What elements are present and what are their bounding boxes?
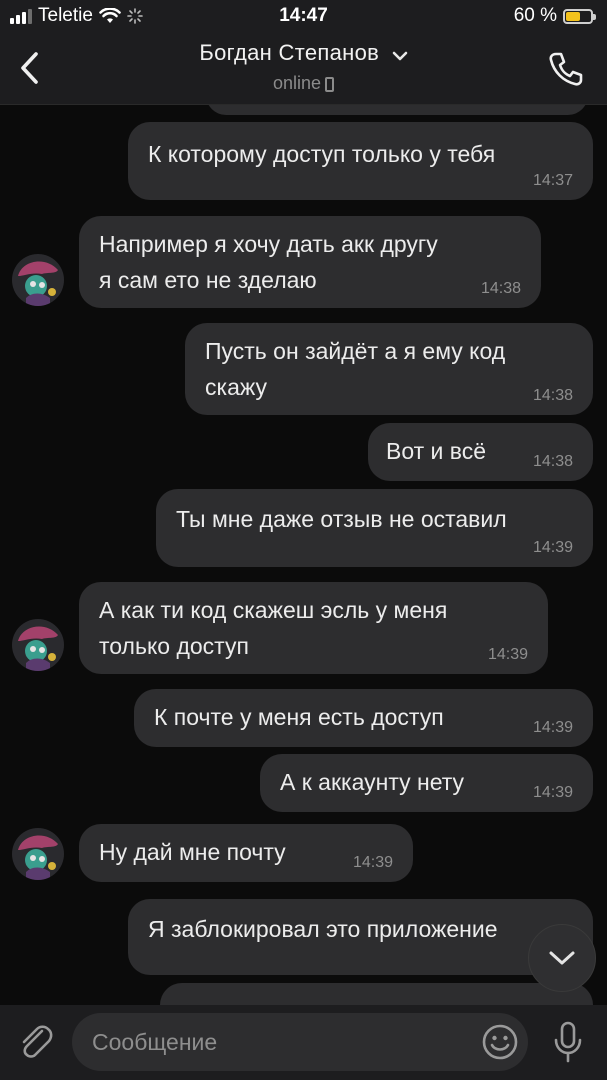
paperclip-icon — [22, 1025, 53, 1058]
message-time: 14:39 — [487, 646, 528, 663]
chat-header: Богдан Степанов online — [0, 34, 607, 105]
microphone-icon — [554, 1021, 582, 1063]
message-bubble-outgoing[interactable]: К которому доступ только у тебя 14:37 — [128, 122, 593, 200]
phone-icon — [549, 52, 583, 86]
message-time: 14:37 — [532, 172, 573, 189]
message-time: 14:39 — [532, 539, 573, 556]
avatar[interactable] — [12, 254, 64, 306]
message-bubble-partial — [160, 983, 593, 1005]
chevron-left-icon — [21, 52, 38, 84]
message-bubble-partial — [206, 105, 588, 115]
message-bubble-incoming[interactable]: Ну дай мне почту 14:39 — [79, 824, 413, 882]
online-status: online — [272, 73, 322, 93]
message-bubble-outgoing[interactable]: Пусть он зайдёт а я ему код скажу 14:38 — [185, 323, 593, 415]
message-time: 14:39 — [352, 854, 393, 871]
battery-level-fill — [566, 11, 580, 21]
message-bubble-outgoing[interactable]: А к аккаунту нету 14:39 — [260, 754, 593, 812]
message-bubble-outgoing[interactable]: Ты мне даже отзыв не оставил 14:39 — [156, 489, 593, 567]
contact-name: Богдан Степанов — [199, 40, 380, 65]
message-time: 14:39 — [532, 784, 573, 801]
message-text: Пусть он зайдёт а я ему код скажу — [205, 338, 506, 400]
battery-icon — [563, 8, 596, 24]
contact-title[interactable]: Богдан Степанов online — [120, 40, 487, 94]
call-button[interactable] — [547, 50, 585, 88]
status-bar: Teletie 14:47 60 % — [0, 0, 607, 34]
message-text: К которому доступ только у тебя — [148, 141, 496, 167]
message-bubble-outgoing[interactable]: Вот и всё 14:38 — [368, 423, 593, 481]
message-bubble-outgoing[interactable]: Я заблокировал это приложение — [128, 899, 593, 975]
message-bubble-incoming[interactable]: А как ти код скажеш эсль у меня только д… — [79, 582, 548, 674]
message-text: Ты мне даже отзыв не оставил — [176, 506, 507, 532]
scroll-to-bottom-button[interactable] — [528, 924, 596, 992]
status-bar-right: 60 % — [513, 5, 596, 27]
voice-message-button[interactable] — [552, 1021, 584, 1063]
emoji-icon — [482, 1024, 518, 1060]
message-text: А как ти код скажеш эсль у меня только д… — [99, 597, 448, 659]
message-text: Например я хочу дать акк другу я сам ето… — [99, 231, 438, 293]
message-input[interactable] — [72, 1013, 528, 1071]
avatar[interactable] — [12, 828, 64, 880]
chevron-down-icon — [392, 51, 407, 61]
battery-percent: 60 % — [513, 5, 557, 26]
attach-button[interactable] — [16, 1022, 56, 1062]
mobile-device-icon — [325, 76, 335, 92]
message-time: 14:39 — [532, 719, 573, 736]
message-time: 14:38 — [480, 280, 521, 297]
chevron-down-icon — [549, 951, 575, 965]
back-button[interactable] — [14, 48, 48, 88]
message-text: А к аккаунту нету — [280, 769, 465, 795]
message-bubble-outgoing[interactable]: К почте у меня есть доступ 14:39 — [134, 689, 593, 747]
emoji-button[interactable] — [481, 1023, 519, 1061]
message-time: 14:38 — [532, 387, 573, 404]
message-text: К почте у меня есть доступ — [154, 704, 444, 730]
message-list[interactable]: К которому доступ только у тебя 14:37 На… — [0, 105, 607, 1005]
message-bubble-incoming[interactable]: Например я хочу дать акк другу я сам ето… — [79, 216, 541, 308]
message-time: 14:38 — [532, 453, 573, 470]
message-text: Я заблокировал это приложение — [148, 916, 498, 942]
avatar[interactable] — [12, 619, 64, 671]
message-composer — [0, 1005, 607, 1080]
message-text: Ну дай мне почту — [99, 839, 286, 865]
